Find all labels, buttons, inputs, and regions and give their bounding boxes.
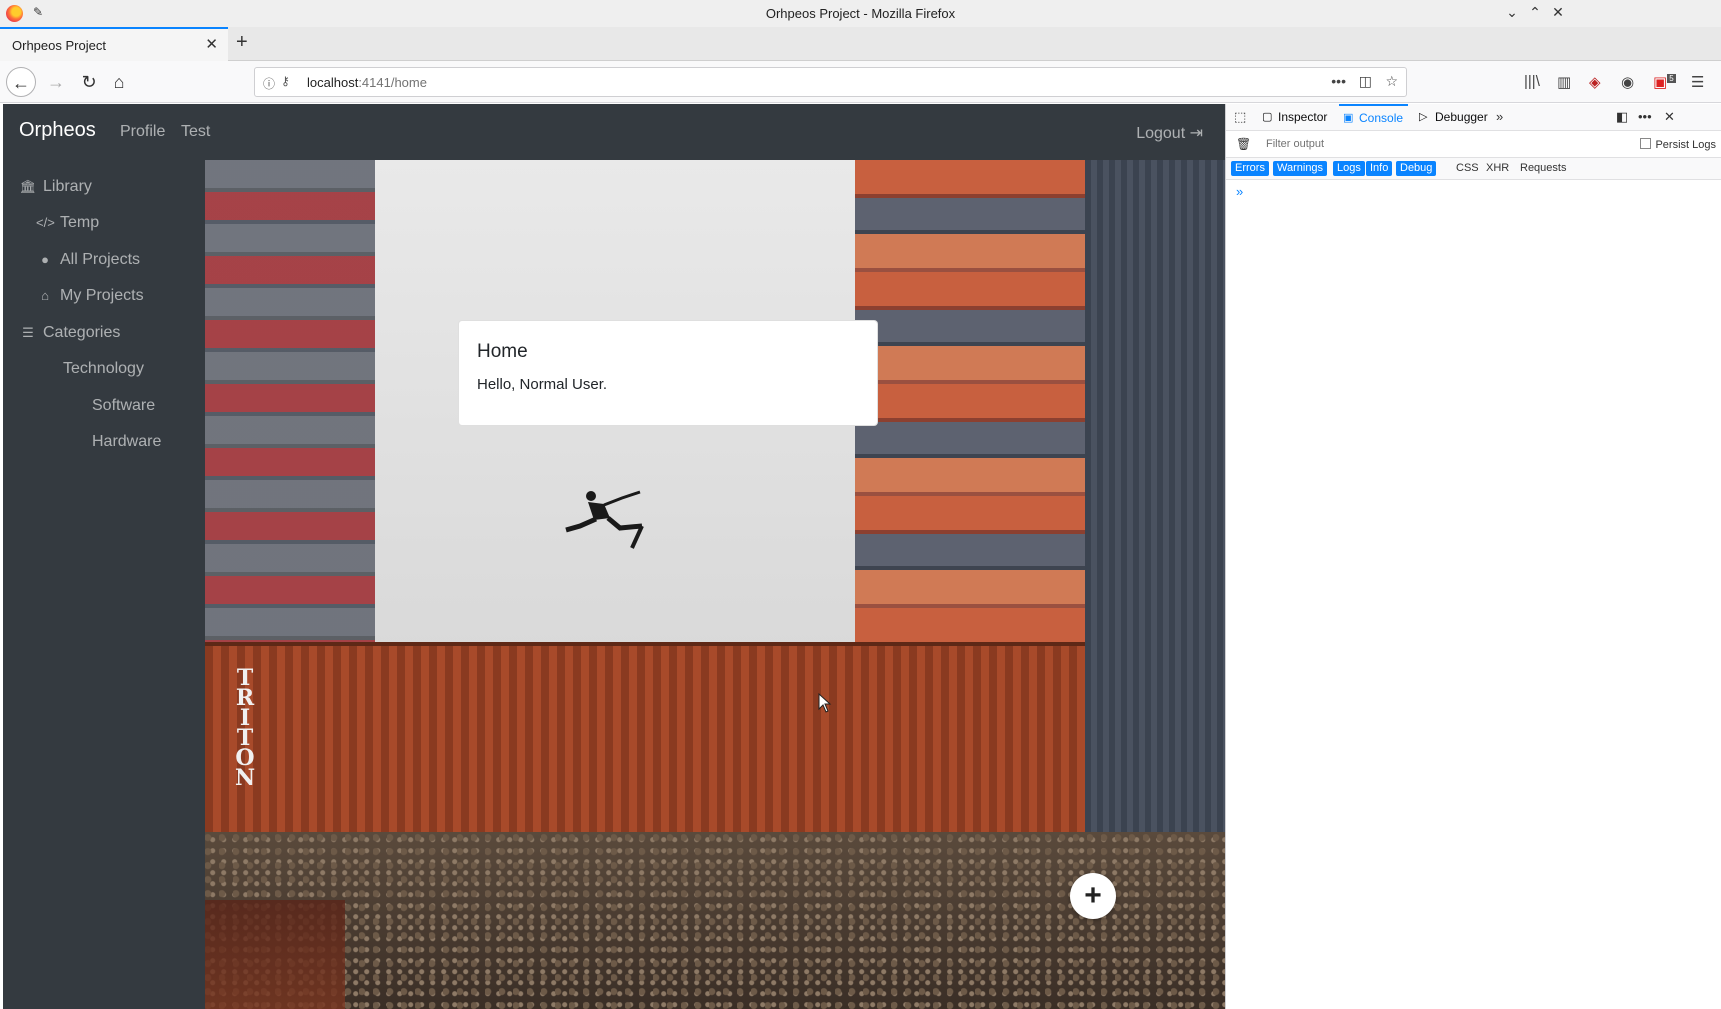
devtools-options-icon[interactable]: ••• (1638, 109, 1652, 124)
filter-warnings[interactable]: Warnings (1273, 161, 1328, 176)
devtools-panel: ⬚ ▢ Inspector ▣ Console ▷ Debugger » ◧ ••• … (1225, 104, 1721, 1009)
card-title: Home (477, 341, 528, 362)
window-title: Orhpeos Project - Mozilla Firefox (765, 6, 956, 21)
library-toolbar-icon[interactable]: |||\ (1524, 73, 1540, 90)
filter-requests[interactable]: Requests (1516, 161, 1570, 176)
new-tab-icon[interactable]: + (236, 31, 248, 54)
sidebar-item-software[interactable]: Software (92, 397, 155, 415)
forward-button[interactable]: → (41, 67, 71, 97)
browser-tab[interactable]: Orhpeos Project ✕ (0, 27, 228, 61)
logout-link[interactable]: Logout ⇥ (1136, 123, 1203, 143)
bookmark-star-icon[interactable]: ☆ (1385, 73, 1398, 90)
code-icon: </> (36, 215, 55, 230)
close-devtools-icon[interactable]: ✕ (1664, 109, 1675, 125)
element-picker-icon[interactable]: ⬚ (1234, 109, 1246, 125)
sidebar-item-temp[interactable]: </> Temp (36, 214, 99, 232)
sidebar-item-all-projects[interactable]: ● All Projects (36, 251, 140, 269)
jumping-person-figure (565, 490, 644, 549)
extension-badge-count: 5 (1667, 74, 1676, 83)
home-button[interactable]: ⌂ (104, 67, 134, 97)
console-level-filters: Errors Warnings Logs Info Debug CSS XHR … (1226, 158, 1721, 180)
page-actions-icon[interactable]: ••• (1331, 73, 1346, 89)
container-stack-left (205, 160, 375, 650)
filter-errors[interactable]: Errors (1231, 161, 1269, 176)
console-icon: ▣ (1343, 112, 1354, 124)
nav-profile-link[interactable]: Profile (120, 123, 165, 141)
window-titlebar: ✎ Orhpeos Project - Mozilla Firefox ⌄ ⌃ … (0, 0, 1721, 27)
hero-background-image: TRITON Home Hello, Normal User. + (205, 160, 1225, 1009)
app-brand[interactable]: Orpheos (19, 119, 96, 142)
sidebar-item-my-projects[interactable]: ⌂ My Projects (36, 287, 144, 305)
puddle (205, 900, 345, 1009)
pocket-icon[interactable]: ◫ (1359, 73, 1372, 90)
home-icon: ⌂ (41, 288, 49, 303)
filter-debug[interactable]: Debug (1396, 161, 1437, 176)
close-window-icon[interactable]: ✕ (1549, 4, 1567, 21)
home-card: Home Hello, Normal User. (458, 320, 878, 426)
extension-badge-icon[interactable]: ▣ 5 (1653, 73, 1676, 91)
container-stack-far-right (1085, 160, 1225, 860)
mouse-cursor-icon (818, 693, 832, 713)
checkbox-icon (1640, 138, 1652, 149)
filter-info[interactable]: Info (1366, 161, 1393, 176)
debugger-icon: ▷ (1419, 111, 1428, 123)
tab-debugger[interactable]: ▷ Debugger (1415, 104, 1488, 131)
sidebar: 🏛 Library </> Temp ● All Projects ⌂ My Proje… (3, 160, 205, 1009)
menu-icon[interactable]: ☰ (1691, 73, 1704, 91)
globe-icon: ● (41, 252, 49, 267)
card-text: Hello, Normal User. (477, 376, 608, 393)
gravel-ground (205, 832, 1225, 1009)
container-lettering: TRITON (234, 665, 256, 791)
close-tab-icon[interactable]: ✕ (205, 35, 218, 53)
sidebar-item-categories[interactable]: ☰ Categories (19, 324, 120, 342)
library-icon: 🏛 (19, 179, 37, 194)
extension-icon[interactable]: ◉ (1621, 73, 1634, 91)
maximize-icon[interactable]: ⌃ (1526, 4, 1544, 21)
app-navbar: Orpheos Profile Test Logout ⇥ (3, 104, 1225, 160)
tab-strip: Orhpeos Project ✕ + (0, 27, 1721, 61)
page-content: Orpheos Profile Test Logout ⇥ 🏛 Library <… (3, 104, 1225, 1009)
browser-navbar: ← → ↻ ⌂ ⓘ ⚷ localhost:4141/home ••• ◫ ☆ … (0, 61, 1721, 103)
sidebar-toggle-icon[interactable]: ▥ (1557, 73, 1571, 91)
dock-toggle-icon[interactable]: ◧ (1616, 109, 1628, 125)
tab-console[interactable]: ▣ Console (1339, 104, 1408, 131)
filter-logs[interactable]: Logs (1333, 161, 1365, 176)
more-tabs-icon[interactable]: » (1496, 109, 1503, 124)
sidebar-item-library[interactable]: 🏛 Library (19, 178, 92, 196)
key-icon[interactable]: ⚷ (281, 74, 290, 88)
devtools-toolbar: ⬚ ▢ Inspector ▣ Console ▷ Debugger » ◧ ••• … (1226, 104, 1721, 131)
minimize-icon[interactable]: ⌄ (1503, 4, 1521, 21)
list-icon: ☰ (22, 325, 34, 340)
site-info-icon[interactable]: ⓘ (263, 75, 275, 92)
console-input-prompt[interactable]: » (1236, 184, 1243, 199)
reload-button[interactable]: ↻ (74, 67, 104, 97)
clear-console-icon[interactable]: 🗑 (1236, 137, 1251, 151)
plus-icon: + (1084, 879, 1102, 912)
tab-inspector[interactable]: ▢ Inspector (1258, 104, 1327, 131)
console-filter-bar: 🗑 Filter output Persist Logs (1226, 131, 1721, 158)
tab-title: Orhpeos Project (12, 38, 106, 53)
add-button[interactable]: + (1070, 873, 1116, 919)
url-bar[interactable]: ⓘ ⚷ localhost:4141/home ••• ◫ ☆ (254, 67, 1407, 97)
front-container: TRITON (205, 642, 1085, 832)
filter-output-input[interactable]: Filter output (1266, 138, 1324, 150)
back-button[interactable]: ← (6, 67, 36, 97)
logout-icon: ⇥ (1189, 125, 1203, 142)
filter-xhr[interactable]: XHR (1482, 161, 1513, 176)
nav-test-link[interactable]: Test (181, 123, 210, 141)
inspector-icon: ▢ (1262, 111, 1273, 123)
filter-css[interactable]: CSS (1452, 161, 1483, 176)
ublock-icon[interactable]: ◈ (1589, 73, 1601, 91)
url-text[interactable]: localhost:4141/home (307, 75, 427, 90)
sidebar-item-hardware[interactable]: Hardware (92, 433, 161, 451)
sidebar-item-technology[interactable]: Technology (63, 360, 144, 378)
persist-logs-checkbox[interactable]: Persist Logs (1640, 138, 1716, 151)
